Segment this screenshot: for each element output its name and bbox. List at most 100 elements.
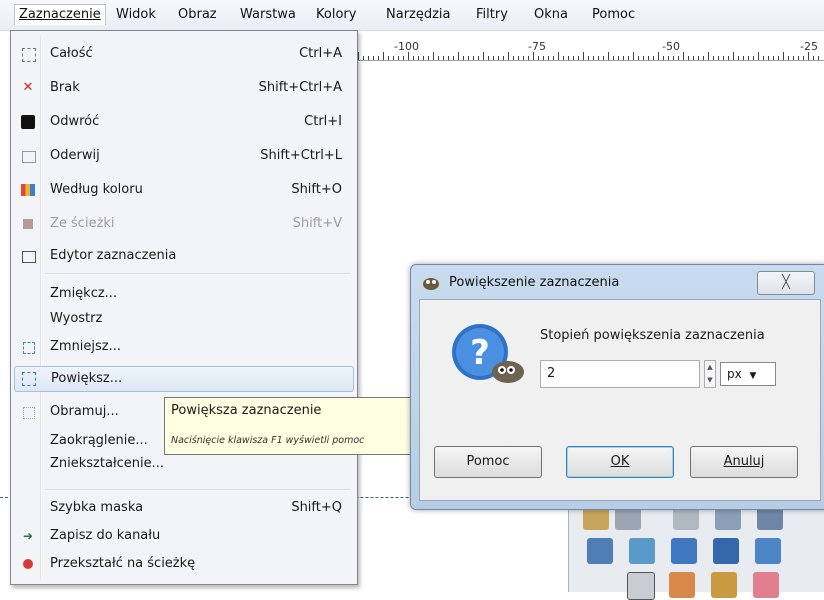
ruler-tick [528, 56, 529, 60]
ruler-tick [808, 52, 809, 60]
float-icon [22, 151, 36, 163]
pencil-tool-icon[interactable] [669, 572, 695, 598]
ruler-tick [483, 52, 484, 60]
ruler-tick [818, 56, 819, 60]
rotate-tool-icon[interactable] [671, 538, 697, 564]
ruler-tick [403, 56, 404, 60]
menu-item-by-color[interactable]: Według koloru Shift+O [14, 177, 352, 203]
ruler-tick [398, 56, 399, 60]
ruler-tick [713, 56, 714, 60]
grow-amount-input[interactable]: 2 [540, 360, 700, 388]
ruler-tick [388, 56, 389, 60]
ruler-tick [683, 52, 684, 60]
menu-item-quick-mask[interactable]: Szybka maska Shift+Q [14, 495, 352, 521]
cancel-button[interactable]: Anuluj [690, 446, 798, 478]
ruler-tick [533, 52, 534, 60]
ruler-tick [513, 56, 514, 60]
menu-obraz[interactable]: Obraz [174, 5, 221, 25]
ruler-tick [538, 56, 539, 60]
eraser-tool-icon[interactable] [753, 572, 779, 598]
ruler-tick [733, 52, 734, 60]
shear-tool-icon[interactable] [755, 538, 781, 564]
menu-item-sharpen[interactable]: Wyostrz [14, 306, 352, 332]
tooltip: Powiększa zaznaczenie Naciśnięcie klawis… [164, 397, 418, 455]
help-button[interactable]: Pomoc [434, 446, 542, 478]
crop-tool-icon[interactable] [629, 538, 655, 564]
tooltip-title: Powiększa zaznaczenie [171, 403, 322, 418]
ruler-tick [698, 56, 699, 60]
menu-item-accel: Ctrl+I [304, 114, 342, 129]
ruler-tick [468, 56, 469, 60]
menu-item-accel: Shift+Ctrl+L [260, 148, 342, 163]
ruler-tick [723, 56, 724, 60]
ruler-tick [608, 52, 609, 60]
ruler-tick [588, 56, 589, 60]
ruler-tick [383, 52, 384, 60]
ruler-tick [758, 52, 759, 60]
menu-item-label: Obramuj... [50, 404, 119, 419]
brush-tool-icon[interactable] [711, 572, 737, 598]
text-tool-icon[interactable] [627, 572, 655, 600]
svg-text:?: ? [470, 333, 490, 373]
spin-down-icon[interactable]: ▼ [705, 374, 715, 387]
invert-icon [21, 115, 35, 129]
menu-item-label: Oderwij [50, 148, 100, 163]
grow-amount-spinner[interactable]: ▲ ▼ [704, 360, 716, 388]
menu-item-to-path[interactable]: Przekształć na ścieżkę [14, 551, 352, 577]
menu-item-select-all[interactable]: Całość Ctrl+A [14, 41, 352, 67]
menu-item-label: Zmniejsz... [50, 339, 122, 354]
ruler-tick [378, 56, 379, 60]
ruler-tick [703, 56, 704, 60]
ruler-tick [408, 52, 409, 60]
cancel-button-label: Anuluj [723, 454, 765, 469]
align-tool-icon[interactable] [587, 538, 613, 564]
ruler-tick [443, 56, 444, 60]
menu-item-float[interactable]: Oderwij Shift+Ctrl+L [14, 143, 352, 169]
ruler-tick [548, 56, 549, 60]
help-question-icon: ? [452, 324, 524, 383]
ruler-label: -50 [662, 40, 680, 53]
spin-up-icon[interactable]: ▲ [705, 361, 715, 374]
shrink-icon [23, 342, 35, 354]
ruler-tick [493, 56, 494, 60]
menu-item-invert[interactable]: Odwróć Ctrl+I [14, 109, 352, 135]
border-icon [23, 407, 35, 419]
ok-button[interactable]: OK [566, 446, 674, 478]
menu-okna[interactable]: Okna [530, 5, 572, 25]
menu-kolory[interactable]: Kolory [312, 5, 360, 25]
scale-tool-icon[interactable] [713, 538, 739, 564]
menu-item-label: Wyostrz [50, 311, 103, 326]
menu-widok[interactable]: Widok [112, 5, 160, 25]
horizontal-ruler[interactable]: -100 -75 -50 -25 [358, 38, 824, 61]
ruler-tick [393, 56, 394, 60]
menu-warstwa[interactable]: Warstwa [236, 5, 300, 25]
menu-item-select-none[interactable]: ✕ Brak Shift+Ctrl+A [14, 75, 352, 101]
ruler-tick [813, 56, 814, 60]
ruler-tick [763, 56, 764, 60]
ruler-tick [748, 56, 749, 60]
menu-item-feather[interactable]: Zmiękcz... [14, 281, 352, 307]
ruler-tick [603, 56, 604, 60]
ruler-tick [488, 56, 489, 60]
menu-item-save-to-channel[interactable]: ➜ Zapisz do kanału [14, 523, 352, 549]
toolbox [568, 500, 824, 600]
menu-item-shrink[interactable]: Zmniejsz... [14, 334, 352, 360]
ruler-tick [593, 56, 594, 60]
dialog-body: ? Stopień powiększenia zaznaczenia 2 ▲ ▼… [419, 299, 821, 501]
menu-item-selection-editor[interactable]: Edytor zaznaczenia [14, 243, 352, 269]
menu-filtry-label: Filtry [476, 7, 508, 22]
ruler-tick [663, 56, 664, 60]
menu-zaznaczenie[interactable]: Zaznaczenie [14, 4, 106, 25]
unit-select[interactable]: px ▼ [720, 362, 776, 386]
close-button[interactable]: ╳ [757, 271, 815, 295]
ruler-label: -75 [528, 40, 546, 53]
menu-item-grow[interactable]: Powiększ... [14, 366, 354, 392]
menu-item-from-path[interactable]: Ze ścieżki Shift+V [14, 211, 352, 237]
ruler-label: -100 [394, 40, 419, 53]
chevron-down-icon: ▼ [749, 371, 757, 381]
menu-narzedzia[interactable]: Narzędzia [382, 5, 455, 25]
menu-pomoc[interactable]: Pomoc [588, 5, 639, 25]
ruler-tick [578, 56, 579, 60]
menu-filtry[interactable]: Filtry [472, 5, 512, 25]
ruler-tick [793, 56, 794, 60]
